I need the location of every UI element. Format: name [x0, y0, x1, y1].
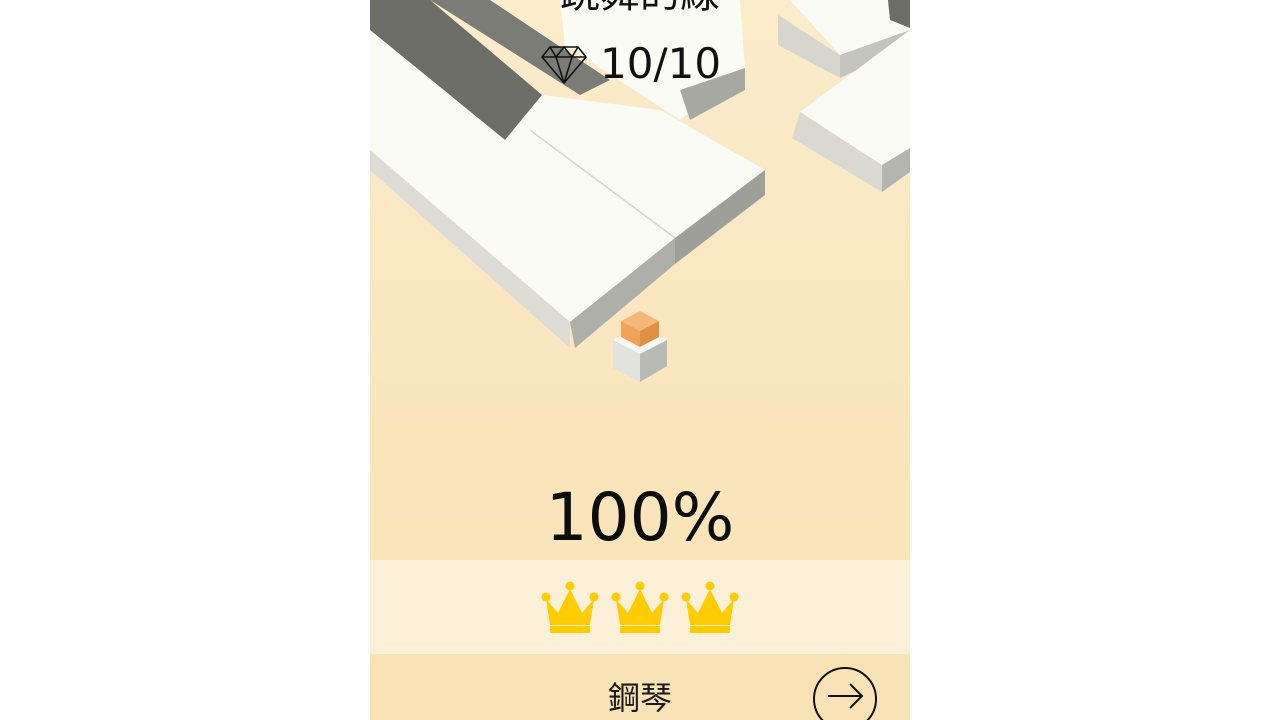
diamond-icon [541, 46, 587, 84]
progress-percent: 100% [545, 479, 735, 556]
crown-rating [370, 560, 910, 654]
crown-icon [681, 581, 739, 633]
gem-count: 10/10 [600, 39, 722, 88]
game-screen: 跳舞的線 10/10 100% [370, 0, 910, 720]
crown-icon [541, 581, 599, 633]
gem-counter: 10/10 [540, 40, 740, 88]
arrow-right-icon [813, 667, 877, 720]
bottom-bar: 鋼琴 [370, 654, 910, 720]
next-button[interactable] [812, 666, 878, 720]
level-title: 跳舞的線 [370, 0, 910, 18]
crown-icon [611, 581, 669, 633]
